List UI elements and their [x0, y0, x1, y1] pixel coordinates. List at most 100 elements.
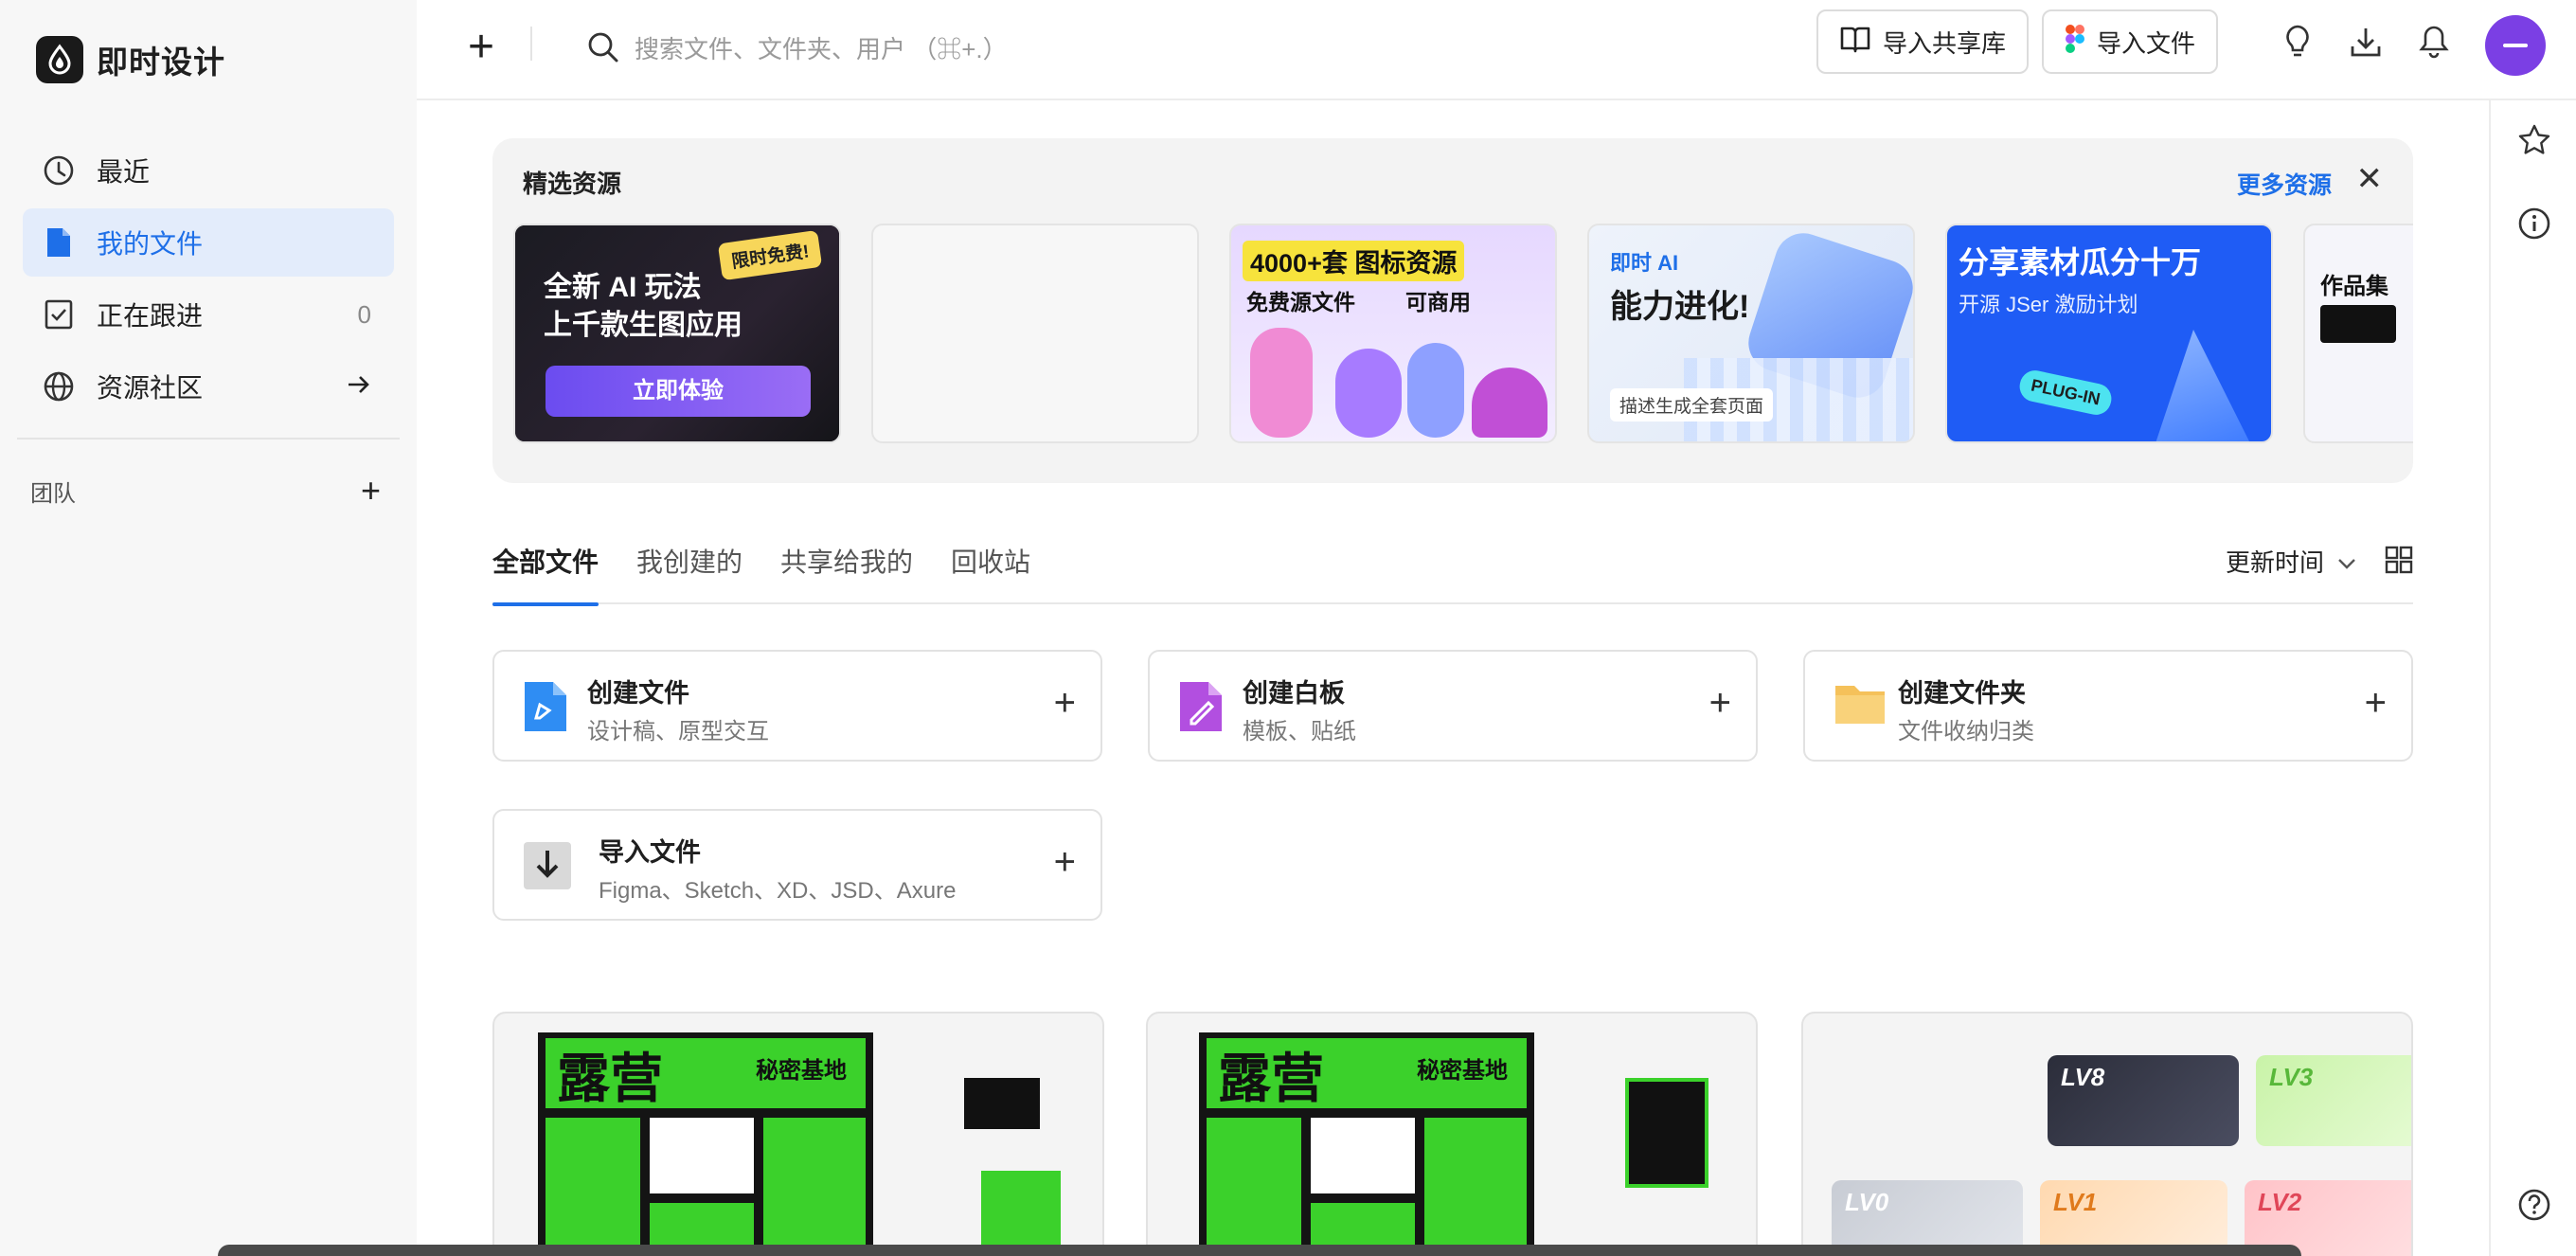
info-icon[interactable]	[2517, 206, 2551, 241]
add-team-button[interactable]: +	[361, 474, 381, 508]
figma-icon	[2065, 24, 2085, 61]
file-thumbnail[interactable]: 露营 秘密基地	[492, 1012, 1104, 1256]
star-icon[interactable]	[2517, 123, 2551, 157]
level-label: LV2	[2258, 1188, 2302, 1216]
arrow-right-icon	[347, 372, 371, 402]
import-file-sub: Figma、Sketch、XD、JSD、Axure	[599, 878, 957, 904]
resource-card-empty[interactable]	[871, 224, 1199, 443]
design-file-icon	[523, 680, 576, 733]
level-label: LV1	[2053, 1188, 2098, 1216]
add-icon: +	[1708, 682, 1731, 724]
create-file-title: 创建文件	[587, 679, 689, 708]
poster-subtitle: 秘密基地	[756, 1058, 847, 1084]
resource-card-ai[interactable]: 限时免费! 全新 AI 玩法 上千款生图应用 立即体验	[513, 224, 841, 443]
sidebar-item-following[interactable]: 正在跟进 0	[23, 280, 394, 349]
tab-trash[interactable]: 回收站	[951, 542, 1030, 604]
card-subline: 上千款生图应用	[544, 310, 742, 341]
poster-block	[763, 1118, 866, 1256]
poster-block	[1311, 1118, 1415, 1193]
resource-cards: 限时免费! 全新 AI 玩法 上千款生图应用 立即体验 4000+套 图标资源 …	[513, 224, 2413, 445]
icon-3d-shape	[1407, 343, 1464, 438]
create-whiteboard-card[interactable]: 创建白板 模板、贴纸 +	[1148, 650, 1758, 762]
add-icon: +	[2364, 682, 2387, 724]
card-subline: 开源 JSer 激励计划	[1959, 293, 2138, 316]
plugin-badge: PLUG-IN	[2016, 368, 2115, 418]
more-resources-link[interactable]: 更多资源	[2237, 167, 2332, 201]
sidebar-divider	[17, 438, 400, 440]
sort-dropdown[interactable]: 更新时间	[2226, 544, 2356, 579]
poster-block	[1207, 1118, 1301, 1256]
mini-preview	[1625, 1078, 1708, 1188]
bulb-icon[interactable]	[2279, 23, 2317, 61]
mini-preview	[981, 1171, 1061, 1247]
sidebar-item-my-files[interactable]: 我的文件	[23, 208, 394, 277]
card-headline: 全新 AI 玩法	[544, 272, 702, 303]
create-whiteboard-sub: 模板、贴纸	[1243, 719, 1356, 745]
try-now-button[interactable]: 立即体验	[546, 366, 811, 417]
import-library-label: 导入共享库	[1883, 28, 2007, 58]
create-folder-card[interactable]: 创建文件夹 文件收纳归类 +	[1803, 650, 2413, 762]
team-label: 团队	[30, 480, 76, 507]
import-file-card[interactable]: 导入文件 Figma、Sketch、XD、JSD、Axure +	[492, 809, 1102, 921]
search-icon	[587, 31, 619, 68]
resource-card-portfolio[interactable]: 作品集	[2303, 224, 2413, 443]
team-section: 团队 +	[30, 474, 381, 508]
poster-preview: 露营 秘密基地	[538, 1032, 873, 1256]
poster-title: 露营	[1218, 1049, 1324, 1108]
create-file-card[interactable]: 创建文件 设计稿、原型交互 +	[492, 650, 1102, 762]
search-box[interactable]	[587, 19, 1250, 80]
import-file-label: 导入文件	[2097, 28, 2196, 58]
featured-resources: 精选资源 更多资源 ✕ 限时免费! 全新 AI 玩法 上千款生图应用 立即体验 …	[492, 138, 2413, 483]
close-icon[interactable]: ✕	[2356, 163, 2384, 195]
sidebar-item-label: 最近	[97, 157, 151, 187]
poster-block	[650, 1118, 754, 1193]
poster-title: 露营	[557, 1049, 663, 1108]
import-icon	[523, 841, 576, 894]
create-file-sub: 设计稿、原型交互	[587, 719, 769, 745]
create-folder-title: 创建文件夹	[1898, 679, 2026, 708]
app-logo[interactable]: 即时设计	[36, 36, 225, 83]
poster-block	[546, 1118, 640, 1256]
add-icon: +	[1053, 841, 1076, 883]
file-icon	[42, 225, 76, 260]
tab-all-files[interactable]: 全部文件	[492, 542, 599, 606]
add-icon: +	[1053, 682, 1076, 724]
search-input[interactable]	[635, 34, 1203, 64]
resource-card-instant-ai[interactable]: 即时 AI 能力进化! 描述生成全套页面	[1587, 224, 1915, 443]
poster-preview: 露营 秘密基地	[1199, 1032, 1534, 1256]
level-label: LV0	[1845, 1188, 1889, 1216]
import-library-button[interactable]: 导入共享库	[1816, 9, 2030, 74]
download-icon[interactable]	[2347, 23, 2385, 61]
card-subline: 描述生成全套页面	[1610, 388, 1774, 422]
file-thumbnail[interactable]: LV8 LV3 LV0 LV1 LV2	[1801, 1012, 2413, 1256]
card-subline: 免费源文件	[1246, 290, 1355, 314]
card-headline: 作品集	[2320, 274, 2388, 299]
new-button[interactable]: +	[451, 19, 511, 80]
create-whiteboard-title: 创建白板	[1243, 679, 1345, 708]
bottom-overlay-bar	[218, 1245, 2301, 1256]
tab-created-by-me[interactable]: 我创建的	[636, 542, 742, 604]
file-thumbnail[interactable]: 露营 秘密基地	[1146, 1012, 1758, 1256]
portfolio-graphic	[2320, 305, 2396, 343]
mini-preview	[964, 1078, 1040, 1129]
avatar[interactable]	[2485, 15, 2546, 76]
resource-card-share[interactable]: 分享素材瓜分十万 开源 JSer 激励计划 PLUG-IN	[1945, 224, 2273, 443]
logo-icon	[36, 36, 83, 83]
sidebar: 即时设计 最近 我的文件 正在跟进 0 资源社区 团队 +	[0, 0, 417, 1256]
grid-view-icon[interactable]	[2385, 546, 2413, 574]
file-tabs: 全部文件 我创建的 共享给我的 回收站 更新时间	[492, 542, 2413, 606]
tab-shared-with-me[interactable]: 共享给我的	[780, 542, 913, 604]
whiteboard-icon	[1178, 680, 1231, 733]
card-tag: 即时 AI	[1610, 251, 1679, 275]
import-file-button[interactable]: 导入文件	[2042, 9, 2219, 74]
globe-icon	[42, 369, 76, 404]
sidebar-item-recent[interactable]: 最近	[23, 136, 394, 205]
resource-card-icons[interactable]: 4000+套 图标资源 免费源文件 可商用	[1229, 224, 1557, 443]
help-icon[interactable]	[2517, 1188, 2551, 1222]
sidebar-item-community[interactable]: 资源社区	[23, 352, 394, 421]
poster-subtitle: 秘密基地	[1417, 1058, 1508, 1084]
sort-label: 更新时间	[2225, 548, 2324, 577]
bell-icon[interactable]	[2415, 23, 2453, 61]
topbar: + 导入共享库 导入文件	[417, 0, 2576, 100]
sidebar-nav: 最近 我的文件 正在跟进 0 资源社区	[23, 136, 394, 424]
